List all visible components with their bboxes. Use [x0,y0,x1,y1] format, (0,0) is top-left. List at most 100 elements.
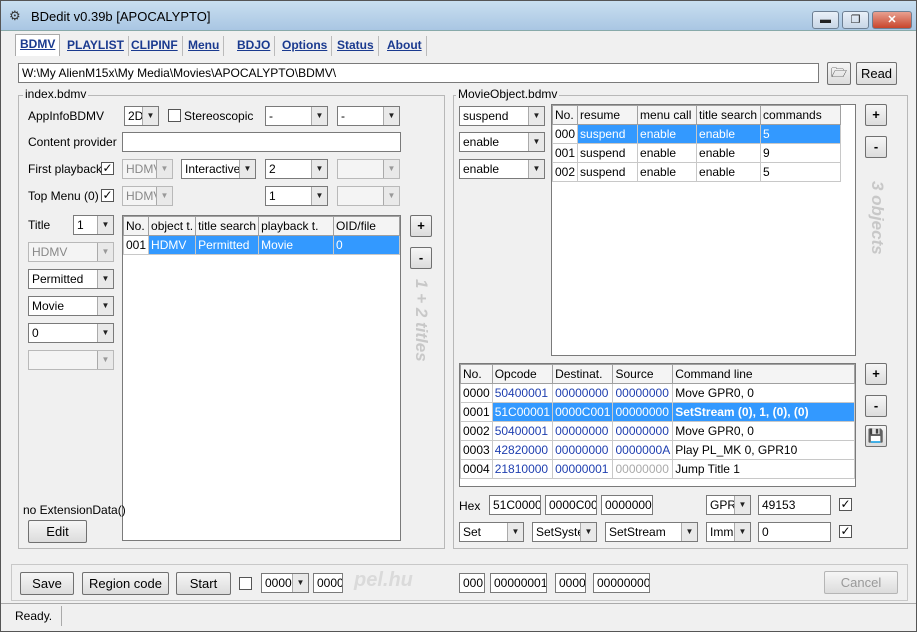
remove-command-button[interactable]: - [865,395,887,417]
col-header-no[interactable]: No. [123,216,150,236]
cancel-button[interactable]: Cancel [824,571,898,594]
appinfo-combo-1[interactable]: - ▼ [265,106,328,126]
chevron-down-icon: ▼ [97,297,113,315]
table-row[interactable]: 001 HDMV Permitted Movie 0 [123,235,400,255]
col-header-oid-file[interactable]: OID/file [332,216,400,236]
gpr-select[interactable]: GPR ▼ [706,495,751,515]
table-row[interactable]: 000 suspend enable enable 5 [552,124,842,144]
imm-select[interactable]: Imm ▼ [706,522,751,542]
table-row[interactable]: 0002 50400001 00000000 00000000 Move GPR… [460,421,855,441]
table-row[interactable]: 0003 42820000 00000000 0000000A Play PL_… [460,440,855,460]
edit-button[interactable]: Edit [28,520,87,543]
tab-bdjo[interactable]: BDJO [233,36,276,56]
table-cell: 000 [552,124,579,144]
close-button[interactable]: ✕ [872,11,912,29]
titles-table[interactable]: No. object t. title search playback t. O… [122,215,401,541]
appinfo-select[interactable]: 2D ▼ [124,106,159,126]
content-provider-input[interactable] [122,132,401,152]
file-select[interactable]: ▼ [28,350,114,370]
table-row[interactable]: 002 suspend enable enable 5 [552,162,842,182]
col-header-commands[interactable]: commands [760,105,842,125]
table-row[interactable]: 0004 21810000 00000001 00000000 Jump Tit… [460,459,855,479]
first-playback-type-select[interactable]: HDMV ▼ [122,159,173,179]
add-command-button[interactable]: + [865,363,887,385]
start-value-input[interactable]: 0000 [313,573,343,593]
add-title-button[interactable]: + [410,215,432,237]
top-menu-label: Top Menu (0) [28,189,99,203]
table-row[interactable]: 0000 50400001 00000000 00000000 Move GPR… [460,383,855,403]
register-field-3[interactable]: 0000 [555,573,586,593]
col-header-menu-call[interactable]: menu call [637,105,698,125]
start-button[interactable]: Start [176,572,231,595]
read-button[interactable]: Read [856,62,897,85]
table-row[interactable]: 001 suspend enable enable 9 [552,143,842,163]
tab-clipinf[interactable]: CLIPINF [127,36,183,56]
movie-objects-table[interactable]: No. resume menu call title search comman… [551,104,856,356]
menu-call-select[interactable]: enable ▼ [459,132,545,152]
top-menu-type-select[interactable]: HDMV ▼ [122,186,173,206]
gpr-checkbox[interactable]: ✓ [839,498,852,511]
register-field-1[interactable]: 000 [459,573,485,593]
tab-playlist[interactable]: PLAYLIST [63,36,129,56]
commands-table[interactable]: No. Opcode Destinat. Source Command line… [459,363,856,487]
col-header-command-line[interactable]: Command line [672,364,855,384]
col-header-object-type[interactable]: object t. [148,216,197,236]
title-search-select[interactable]: Permitted ▼ [28,269,114,289]
col-header-opcode[interactable]: Opcode [491,364,554,384]
hex-opcode-input[interactable]: 51C00001 [489,495,541,515]
save-button[interactable]: Save [20,572,74,595]
command-subgroup-select[interactable]: SetSyste ▼ [532,522,597,542]
resume-select[interactable]: suspend ▼ [459,106,545,126]
col-header-source[interactable]: Source [612,364,674,384]
tab-bdmv[interactable]: BDMV [15,34,61,56]
col-header-playback-type[interactable]: playback t. [258,216,334,236]
col-header-no[interactable]: No. [460,364,493,384]
maximize-button[interactable]: ❐ [842,11,869,29]
col-header-resume[interactable]: resume [577,105,639,125]
first-playback-checkbox[interactable]: ✓ [101,162,114,175]
tab-status[interactable]: Status [333,36,379,56]
folder-icon: 🗁 [830,65,848,80]
first-playback-extra-select[interactable]: ▼ [337,159,400,179]
table-cell: 00000000 [552,421,614,441]
minimize-button[interactable]: ▬ [812,11,839,29]
remove-title-button[interactable]: - [410,247,432,269]
command-operation-select[interactable]: SetStream ▼ [605,522,698,542]
tab-options[interactable]: Options [278,36,333,56]
start-checkbox[interactable] [239,577,252,590]
first-playback-mode-select[interactable]: Interactive ▼ [181,159,256,179]
start-select[interactable]: 0000 ▼ [261,573,309,593]
browse-folder-button[interactable]: 🗁 [827,62,851,85]
imm-value-input[interactable]: 0 [758,522,831,542]
add-object-button[interactable]: + [865,104,887,126]
imm-checkbox[interactable]: ✓ [839,525,852,538]
playback-type-select[interactable]: Movie ▼ [28,296,114,316]
table-row[interactable]: 0001 51C00001 0000C001 00000000 SetStrea… [460,402,855,422]
first-playback-number-select[interactable]: 2 ▼ [265,159,328,179]
col-header-no[interactable]: No. [552,105,579,125]
title-select[interactable]: 1 ▼ [73,215,114,235]
register-field-2[interactable]: 00000001 [490,573,547,593]
title-search-mask-select[interactable]: enable ▼ [459,159,545,179]
hex-source-input[interactable]: 00000000 [601,495,653,515]
col-header-title-search[interactable]: title search [195,216,260,236]
command-group-select[interactable]: Set ▼ [459,522,524,542]
tab-menu[interactable]: Menu [184,36,225,56]
save-commands-button[interactable]: 💾 [865,425,887,447]
hex-destination-input[interactable]: 0000C001 [545,495,597,515]
title-object-type-select[interactable]: HDMV ▼ [28,242,114,262]
appinfo-combo-2[interactable]: - ▼ [337,106,400,126]
tab-about[interactable]: About [383,36,427,56]
top-menu-extra-select[interactable]: ▼ [337,186,400,206]
region-code-button[interactable]: Region code [82,572,169,595]
top-menu-number-select[interactable]: 1 ▼ [265,186,328,206]
top-menu-checkbox[interactable]: ✓ [101,189,114,202]
gpr-value-input[interactable]: 49153 [758,495,831,515]
stereoscopic-checkbox[interactable] [168,109,181,122]
remove-object-button[interactable]: - [865,136,887,158]
path-input[interactable]: W:\My AlienM15x\My Media\Movies\APOCALYP… [18,63,819,83]
oid-select[interactable]: 0 ▼ [28,323,114,343]
register-field-4[interactable]: 00000000 [593,573,650,593]
col-header-destination[interactable]: Destinat. [552,364,614,384]
col-header-title-search[interactable]: title search [696,105,762,125]
